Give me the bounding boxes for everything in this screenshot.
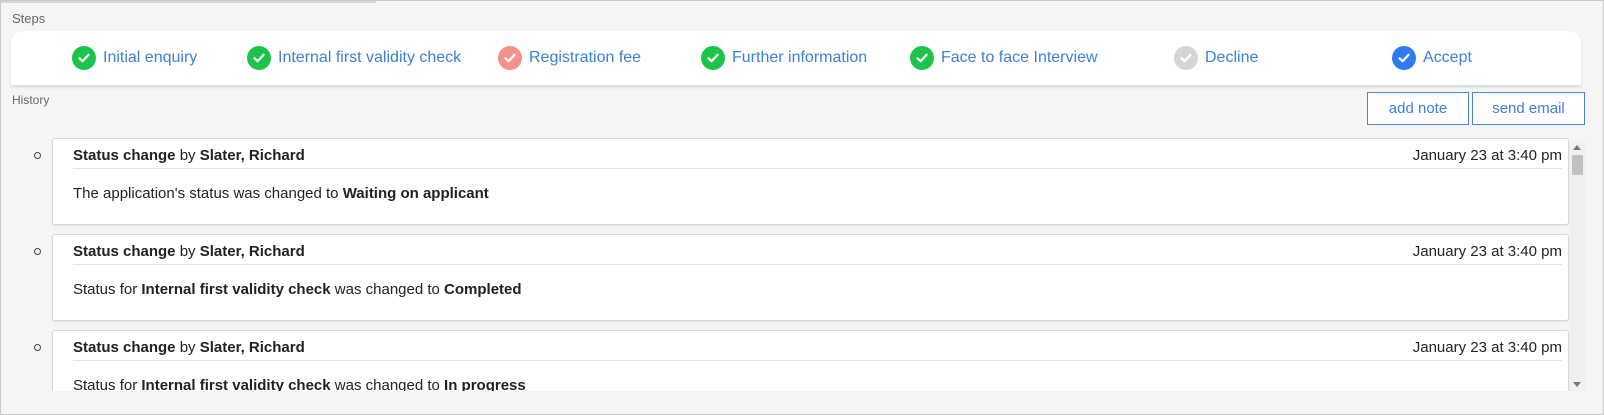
entry-header: Status change by Slater, Richard January… [73,243,1562,265]
entry-author: Slater, Richard [199,339,305,356]
history-card: Status change by Slater, Richard January… [52,138,1569,225]
entry-body: Status for Internal first validity check… [73,377,526,391]
bullet-icon [34,152,41,159]
step-label: Registration fee [529,49,642,66]
scroll-thumb[interactable] [1572,155,1583,175]
entry-body: Status for Internal first validity check… [73,281,522,298]
step-internal-first-validity-check[interactable]: Internal first validity check [247,44,461,72]
entry-timestamp: January 23 at 3:40 pm [1412,339,1562,356]
bullet-icon [34,248,41,255]
send-email-button[interactable]: send email [1472,92,1585,125]
entry-author: Slater, Richard [199,243,305,260]
check-circle-icon [1174,46,1198,70]
check-circle-icon [498,46,522,70]
entry-type: Status change [73,147,176,164]
check-circle-icon [1392,46,1416,70]
step-label: Decline [1205,49,1259,66]
bullet-icon [34,344,41,351]
step-label: Internal first validity check [278,49,462,66]
entry-text-bold: In progress [444,377,526,391]
step-face-to-face-interview[interactable]: Face to face Interview [910,44,1098,72]
entry-text-bold: Internal first validity check [141,281,331,298]
top-divider [1,1,376,3]
entry-author: Slater, Richard [199,147,305,164]
entry-text-bold: Internal first validity check [141,377,331,391]
entry-text: was changed to [330,281,445,298]
entry-text: The application's status was changed to [73,185,343,202]
entry-header: Status change by Slater, Richard January… [73,147,1562,169]
entry-timestamp: January 23 at 3:40 pm [1412,147,1562,164]
steps-bar: Initial enquiry Internal first validity … [11,31,1581,85]
step-label: Initial enquiry [103,49,198,66]
entry-text: Status for [73,281,142,298]
step-decline[interactable]: Decline [1174,44,1258,72]
step-further-information[interactable]: Further information [701,44,867,72]
entry-header: Status change by Slater, Richard January… [73,339,1562,361]
check-circle-icon [247,46,271,70]
entry-by: by [179,147,196,164]
entry-type: Status change [73,243,176,260]
step-label: Further information [732,49,868,66]
entry-by: by [179,339,196,356]
history-card: Status change by Slater, Richard January… [52,330,1569,391]
add-note-button[interactable]: add note [1367,92,1469,125]
steps-section-label: Steps [12,11,46,26]
history-entry: Status change by Slater, Richard January… [1,234,1571,322]
entry-timestamp: January 23 at 3:40 pm [1412,243,1562,260]
step-accept[interactable]: Accept [1392,44,1472,72]
history-list[interactable]: Status change by Slater, Richard January… [1,138,1581,391]
step-label: Accept [1423,49,1472,66]
step-label: Face to face Interview [941,49,1098,66]
scroll-down-arrow-icon[interactable] [1573,382,1581,387]
history-card: Status change by Slater, Richard January… [52,234,1569,321]
entry-type: Status change [73,339,176,356]
check-circle-icon [701,46,725,70]
history-section-label: History [12,93,50,107]
entry-text-bold: Waiting on applicant [342,185,489,202]
history-scrollbar[interactable] [1570,141,1585,391]
check-circle-icon [72,46,96,70]
entry-text: was changed to [330,377,445,391]
scroll-up-arrow-icon[interactable] [1573,145,1581,150]
application-panel: Steps Initial enquiry Internal first val… [0,0,1604,415]
history-entry: Status change by Slater, Richard January… [1,138,1571,226]
step-initial-enquiry[interactable]: Initial enquiry [72,44,197,72]
entry-text: Status for [73,377,142,391]
entry-text-bold: Completed [444,281,522,298]
entry-body: The application's status was changed to … [73,185,489,202]
step-registration-fee[interactable]: Registration fee [498,44,641,72]
check-circle-icon [910,46,934,70]
history-entry: Status change by Slater, Richard January… [1,330,1571,391]
entry-by: by [179,243,196,260]
